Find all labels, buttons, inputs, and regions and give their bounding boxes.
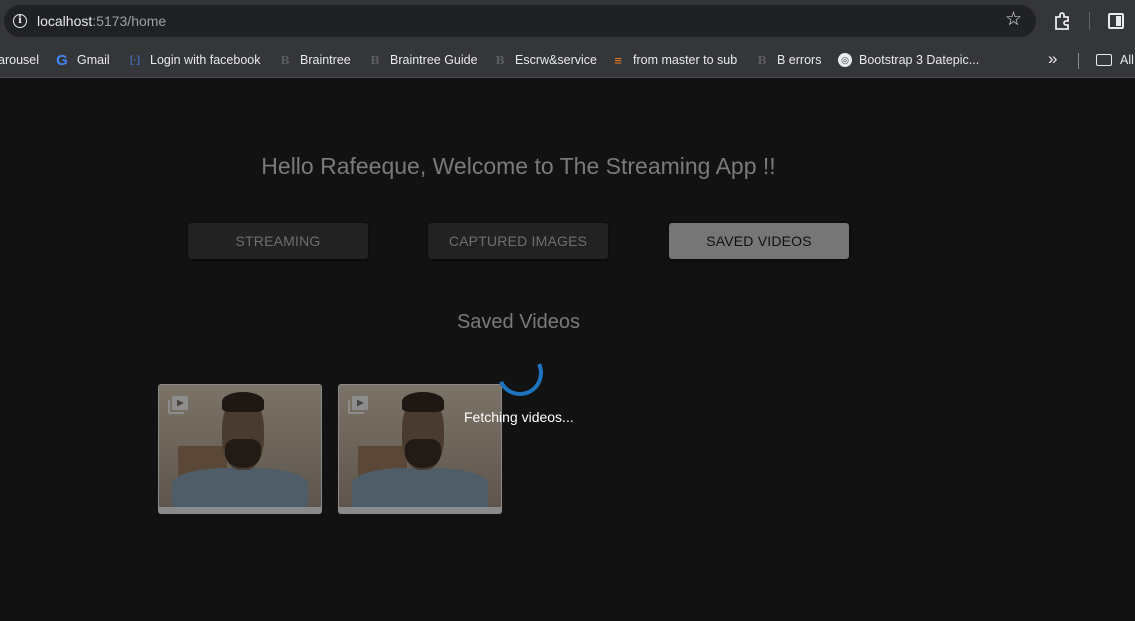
- tab-streaming[interactable]: STREAMING: [188, 223, 368, 259]
- tab-saved-videos[interactable]: SAVED VIDEOS: [669, 223, 849, 259]
- loading-text: Fetching videos...: [464, 409, 574, 425]
- extensions-icon[interactable]: [1052, 11, 1072, 31]
- all-bookmarks-folder[interactable]: All: [1096, 51, 1134, 69]
- address-bar[interactable]: i localhost:5173/home ☆: [4, 5, 1036, 37]
- bookmarks-divider: [1078, 53, 1079, 69]
- all-bookmarks-label: All: [1120, 53, 1134, 67]
- bookmark-label: Braintree Guide: [390, 53, 478, 67]
- b-icon: B: [757, 53, 767, 67]
- bookmark-bootstrap-datepicker[interactable]: ◎ Bootstrap 3 Datepic...: [838, 51, 979, 69]
- bookmark-b-errors[interactable]: B B errors: [754, 51, 821, 69]
- folder-icon: [1096, 54, 1112, 66]
- bookmark-login-facebook[interactable]: [·] Login with facebook: [127, 51, 261, 69]
- side-panel-icon[interactable]: [1108, 13, 1124, 29]
- bookmark-braintree-guide[interactable]: B Braintree Guide: [367, 51, 478, 69]
- bookmark-label: Escrw&service: [515, 53, 597, 67]
- bookmark-star-icon[interactable]: ☆: [1005, 9, 1022, 31]
- more-bookmarks-chevron-icon[interactable]: »: [1048, 49, 1057, 69]
- bookmark-label: from master to sub: [633, 53, 738, 67]
- b-icon: B: [370, 53, 380, 67]
- facebook-icon: [·]: [130, 54, 140, 66]
- bookmarks-bar: arousel G Gmail [·] Login with facebook …: [0, 42, 1135, 78]
- url-text[interactable]: localhost:5173/home: [37, 13, 166, 29]
- section-title: Saved Videos: [456, 311, 581, 333]
- url-host: localhost: [37, 13, 93, 29]
- globe-icon: ◎: [838, 53, 852, 67]
- browser-toolbar: i localhost:5173/home ☆: [0, 0, 1135, 42]
- b-icon: B: [280, 53, 290, 67]
- url-path: :5173/home: [92, 13, 167, 29]
- stackoverflow-icon: ≡: [614, 52, 622, 68]
- bookmark-label: Braintree: [300, 53, 351, 67]
- video-library-icon: [348, 396, 368, 414]
- tab-captured-images[interactable]: CAPTURED IMAGES: [428, 223, 608, 259]
- b-icon: B: [495, 53, 505, 67]
- bookmark-braintree[interactable]: B Braintree: [277, 51, 351, 69]
- bookmark-label: Login with facebook: [150, 53, 261, 67]
- bookmark-label: Bootstrap 3 Datepic...: [859, 53, 980, 67]
- bookmark-label: Gmail: [77, 53, 110, 67]
- bookmark-label: B errors: [777, 53, 822, 67]
- site-info-icon[interactable]: i: [13, 14, 27, 28]
- bookmark-gmail[interactable]: G Gmail: [54, 51, 110, 69]
- video-card[interactable]: [338, 384, 502, 514]
- bookmark-label: arousel: [0, 53, 39, 67]
- bookmark-carousel[interactable]: arousel: [0, 51, 39, 69]
- video-card[interactable]: [158, 384, 322, 514]
- video-library-icon: [168, 396, 188, 414]
- bookmark-escrw-service[interactable]: B Escrw&service: [492, 51, 597, 69]
- google-icon: G: [56, 51, 68, 69]
- toolbar-divider: [1089, 12, 1090, 30]
- bookmark-master-to-sub[interactable]: ≡ from master to sub: [610, 51, 737, 69]
- welcome-heading: Hello Rafeeque, Welcome to The Streaming…: [261, 153, 776, 179]
